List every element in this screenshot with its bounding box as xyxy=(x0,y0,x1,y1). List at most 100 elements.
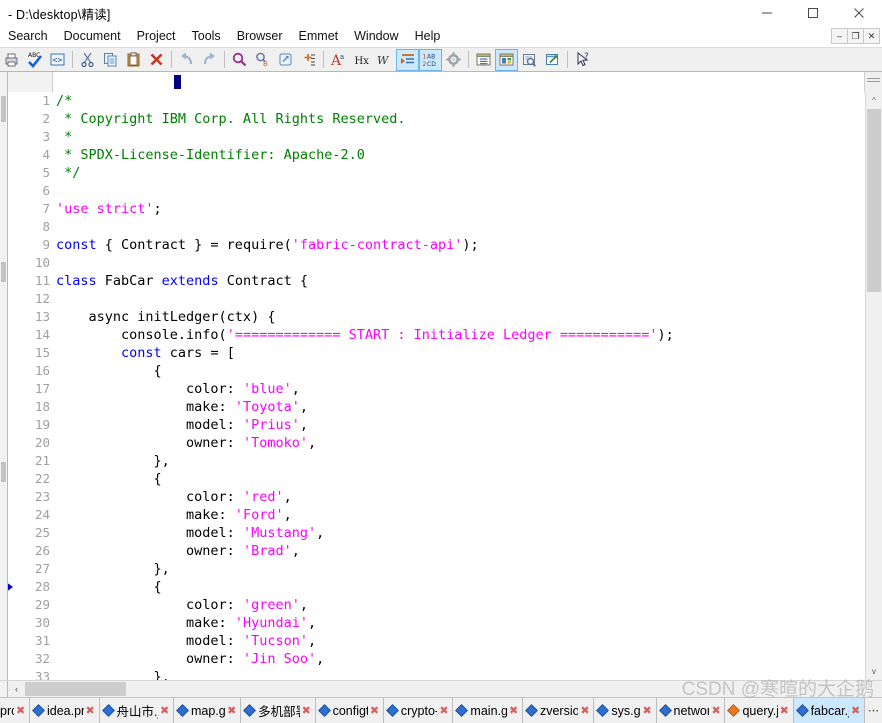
toolbar-sort-icon[interactable]: 1 2 AB CD xyxy=(419,48,442,71)
toolbar-directory-window-icon[interactable] xyxy=(472,49,495,71)
minimize-button[interactable] xyxy=(744,0,790,26)
code-line[interactable]: model: 'Mustang', xyxy=(53,524,865,542)
line-number[interactable]: 30 xyxy=(8,614,53,632)
maximize-button[interactable] xyxy=(790,0,836,26)
document-tab[interactable]: zversion✖ xyxy=(522,698,595,723)
toolbar-find-icon[interactable] xyxy=(228,49,251,71)
line-number[interactable]: 1 xyxy=(8,92,64,110)
line-number[interactable]: 17 xyxy=(8,380,53,398)
toolbar-spellcheck-icon[interactable]: ABC xyxy=(23,49,46,71)
toolbar-replace-icon[interactable]: B xyxy=(251,49,274,71)
line-number[interactable]: 31 xyxy=(8,632,53,650)
code-line[interactable]: 'use strict'; xyxy=(53,200,865,218)
line-number[interactable]: 11 xyxy=(8,272,64,290)
document-tab[interactable]: crypto-c✖ xyxy=(383,698,454,723)
line-number[interactable]: 3 xyxy=(8,128,53,146)
line-number[interactable]: 10 xyxy=(8,254,53,272)
line-number[interactable]: 24 xyxy=(8,506,53,524)
line-number[interactable]: 7 xyxy=(8,200,53,218)
tab-close-icon[interactable]: ✖ xyxy=(370,705,381,716)
toolbar-word-wrap-icon[interactable]: W xyxy=(373,49,396,71)
code-line[interactable]: model: 'Tucson', xyxy=(53,632,865,650)
code-line[interactable]: * SPDX-License-Identifier: Apache-2.0 xyxy=(53,146,865,164)
code-line[interactable]: owner: 'Jin Soo', xyxy=(53,650,865,668)
toolbar-preview-icon[interactable] xyxy=(518,49,541,71)
code-line[interactable]: }, xyxy=(53,560,865,578)
tab-close-icon[interactable]: ✖ xyxy=(780,705,791,716)
line-number[interactable]: 23 xyxy=(8,488,53,506)
close-button[interactable] xyxy=(836,0,882,26)
toolbar-browser-icon[interactable] xyxy=(541,49,564,71)
tab-close-icon[interactable]: ✖ xyxy=(851,705,862,716)
vertical-scroll-track[interactable] xyxy=(866,109,882,663)
toolbar-goto-icon[interactable] xyxy=(274,49,297,71)
code-line[interactable]: owner: 'Tomoko', xyxy=(53,434,865,452)
code-line[interactable]: { xyxy=(53,470,865,488)
line-number[interactable]: 29 xyxy=(8,596,53,614)
code-line[interactable]: color: 'blue', xyxy=(53,380,865,398)
line-number[interactable]: 13 xyxy=(8,308,64,326)
scroll-left-button[interactable]: ‹ xyxy=(8,681,25,697)
menu-item-browser[interactable]: Browser xyxy=(229,27,291,47)
toolbar-delete-icon[interactable] xyxy=(145,49,168,71)
menu-item-document[interactable]: Document xyxy=(56,27,129,47)
line-number[interactable]: 32 xyxy=(8,650,53,668)
toolbar-undo-icon[interactable] xyxy=(175,49,198,71)
code-line[interactable]: owner: 'Brad', xyxy=(53,542,865,560)
line-number[interactable]: 21 xyxy=(8,452,53,470)
toolbar-cut-icon[interactable] xyxy=(76,49,99,71)
code-line[interactable] xyxy=(53,182,865,200)
line-number[interactable]: 16 xyxy=(8,362,64,380)
doc-restore-button[interactable]: ❐ xyxy=(847,28,864,44)
line-number[interactable]: 9 xyxy=(8,236,53,254)
code-line[interactable]: console.info('============= START : Init… xyxy=(53,326,865,344)
vertical-scroll-thumb[interactable] xyxy=(867,109,881,292)
line-number[interactable]: 26 xyxy=(8,542,53,560)
code-line[interactable]: */ xyxy=(53,164,865,182)
line-number[interactable]: 33 xyxy=(8,668,53,680)
document-tab[interactable]: fabcar.js✖ xyxy=(793,698,865,723)
tab-close-icon[interactable]: ✖ xyxy=(86,705,97,716)
code-line[interactable]: async initLedger(ctx) { xyxy=(53,308,865,326)
line-number[interactable]: 12 xyxy=(8,290,53,308)
document-tab[interactable]: map.ge✖ xyxy=(174,698,242,723)
line-number[interactable]: 6 xyxy=(8,182,53,200)
document-tab[interactable]: network✖ xyxy=(656,698,726,723)
scroll-up-button[interactable]: ^ xyxy=(866,92,882,109)
document-tab[interactable]: prc✖ xyxy=(0,698,30,723)
tab-close-icon[interactable]: ✖ xyxy=(302,705,313,716)
document-tab[interactable]: main.go✖ xyxy=(453,698,523,723)
line-number[interactable]: 28 xyxy=(8,578,64,596)
line-number-gutter[interactable]: 1 2 3 4 5 6 7 8 9 10 11 12 13 14 15 16 17 18 19 20 21 22 23 24 2… xyxy=(8,92,64,680)
line-number[interactable]: 15 xyxy=(8,344,64,362)
toolbar-copy-icon[interactable] xyxy=(99,49,122,71)
code-line[interactable]: make: 'Toyota', xyxy=(53,398,865,416)
doc-minimize-button[interactable]: – xyxy=(831,28,848,44)
tab-close-icon[interactable]: ✖ xyxy=(711,705,722,716)
code-line[interactable]: { xyxy=(53,578,865,596)
horizontal-scroll-thumb[interactable] xyxy=(25,682,126,696)
code-line[interactable]: const { Contract } = require('fabric-con… xyxy=(53,236,865,254)
toolbar-indent-icon[interactable] xyxy=(396,48,419,71)
menu-item-help[interactable]: Help xyxy=(407,27,449,47)
code-line[interactable]: }, xyxy=(53,668,865,680)
line-number[interactable]: 18 xyxy=(8,398,53,416)
code-line[interactable]: class FabCar extends Contract { xyxy=(53,272,865,290)
document-tab[interactable]: 舟山市.js✖ xyxy=(99,698,174,723)
toolbar-help-pointer-icon[interactable]: ? xyxy=(571,49,594,71)
code-text-area[interactable]: /* * Copyright IBM Corp. All Rights Rese… xyxy=(53,92,865,680)
document-tab[interactable]: configtx✖ xyxy=(315,698,384,723)
code-line[interactable]: make: 'Hyundai', xyxy=(53,614,865,632)
tab-close-icon[interactable]: ✖ xyxy=(227,705,238,716)
code-line[interactable] xyxy=(53,218,865,236)
menu-item-tools[interactable]: Tools xyxy=(184,27,229,47)
line-number[interactable]: 2 xyxy=(8,110,53,128)
code-line[interactable] xyxy=(53,254,865,272)
code-line[interactable]: * xyxy=(53,128,865,146)
tab-close-icon[interactable]: ✖ xyxy=(580,705,591,716)
line-number[interactable]: 4 xyxy=(8,146,53,164)
menu-item-project[interactable]: Project xyxy=(129,27,184,47)
line-number[interactable]: 14 xyxy=(8,326,53,344)
line-number[interactable]: 5 xyxy=(8,164,53,182)
tab-close-icon[interactable]: ✖ xyxy=(160,705,171,716)
